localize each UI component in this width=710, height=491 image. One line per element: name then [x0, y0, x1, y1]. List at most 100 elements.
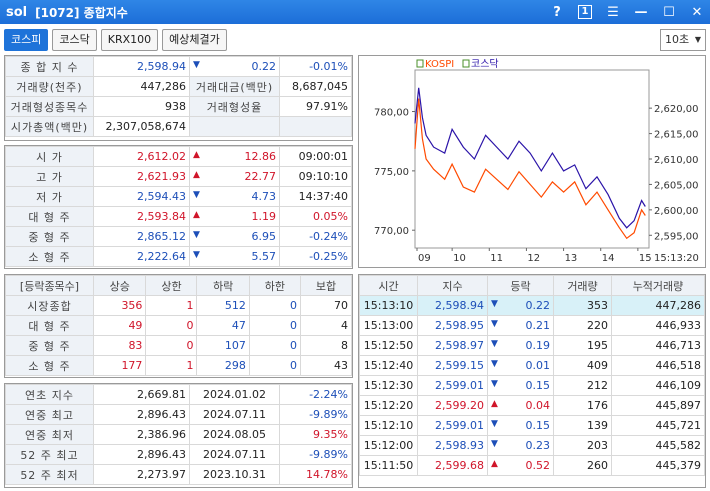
tick-row[interactable]: 15:12:40 2,599.15 ▼ 0.01 409 446,518	[359, 355, 705, 376]
maximize-button[interactable]: ☐	[662, 5, 676, 20]
tick-index: 2,599.01	[417, 375, 488, 396]
price-change: ▲ 22.77	[189, 166, 280, 187]
down-arrow-icon: ▼	[491, 319, 498, 329]
breadth-label: 소 형 주	[5, 355, 94, 376]
fall-count: 512	[196, 295, 250, 316]
change-value: 0.21	[525, 319, 551, 332]
x-axis-label: 09	[418, 253, 431, 264]
price-label: 중 형 주	[5, 226, 94, 247]
tick-time: 15:12:00	[359, 435, 418, 456]
yearly-date: 2024.07.11	[189, 444, 280, 465]
yearly-row: 52 주 최저 2,273.97 2023.10.31 14.78%	[5, 464, 352, 485]
upper-count: 0	[145, 335, 198, 356]
breadth-panel: [등락종목수] 상승 상한 하락 하한 보합 시장종합 356 1 512 0 70 대 형 주 49 0 4…	[4, 274, 353, 378]
minimize-button[interactable]: —	[634, 5, 648, 20]
price-panel: 시 가 2,612.02 ▲ 12.86 09:00:01 고 가 2,621.93 ▲ 22.…	[4, 145, 353, 269]
change-value: 0.15	[525, 419, 551, 432]
tick-row[interactable]: 15:11:50 2,599.68 ▲ 0.52 260 445,379	[359, 455, 705, 476]
tab-kospi[interactable]: 코스피	[4, 29, 49, 51]
price-row: 중 형 주 2,865.12 ▼ 6.95 -0.24%	[5, 226, 352, 247]
yearly-date: 2024.08.05	[189, 424, 280, 445]
breadth-header-cell: 보합	[299, 275, 353, 296]
tick-time: 15:13:00	[359, 315, 418, 336]
rise-count: 177	[92, 355, 147, 376]
tick-time: 15:13:10	[359, 295, 418, 316]
title-bar: sol [1072] 종합지수 ? 1 ☰ — ☐ ✕	[0, 0, 710, 24]
tick-volume: 353	[553, 295, 612, 316]
fall-count: 107	[196, 335, 250, 356]
right-axis-label: 2,610,00	[654, 155, 699, 166]
tick-header-cell: 누적거래량	[611, 275, 705, 296]
change-value: 6.95	[251, 230, 277, 243]
down-arrow-icon: ▼	[491, 439, 498, 449]
tick-index: 2,598.97	[417, 335, 488, 356]
help-button[interactable]: ?	[550, 5, 564, 20]
left-axis-label: 770,00	[374, 226, 409, 237]
interval-select[interactable]: 10초 ▼	[660, 29, 706, 51]
right-axis-label: 2,595,00	[654, 231, 699, 242]
price-extra: 0.05%	[279, 206, 352, 227]
tick-change: ▼ 0.15	[487, 375, 554, 396]
tick-index: 2,599.20	[417, 395, 488, 416]
down-arrow-icon: ▼	[193, 60, 200, 70]
breadth-label: 시장종합	[5, 295, 94, 316]
legend-kosdaq: 코스닥	[471, 58, 499, 70]
tick-cum-volume: 446,933	[611, 315, 705, 336]
tick-header: 시간 지수 등락 거래량 누적거래량	[359, 275, 705, 296]
tick-row[interactable]: 15:12:50 2,598.97 ▼ 0.19 195 446,713	[359, 335, 705, 356]
down-arrow-icon: ▼	[491, 299, 498, 309]
up-arrow-icon: ▲	[491, 399, 498, 409]
tick-cum-volume: 445,379	[611, 455, 705, 476]
x-axis-label: 12	[527, 253, 540, 264]
price-change: ▼ 5.57	[189, 246, 280, 267]
yearly-row: 연중 최고 2,896.43 2024.07.11 -9.89%	[5, 404, 352, 425]
amount-label: 거래대금(백만)	[189, 76, 280, 97]
yearly-pct: -9.89%	[279, 404, 352, 425]
tick-row[interactable]: 15:12:10 2,599.01 ▼ 0.15 139 445,721	[359, 415, 705, 436]
tick-change: ▼ 0.19	[487, 335, 554, 356]
tick-row[interactable]: 15:12:30 2,599.01 ▼ 0.15 212 446,109	[359, 375, 705, 396]
tick-volume: 176	[553, 395, 612, 416]
tick-row[interactable]: 15:12:00 2,598.93 ▼ 0.23 203 445,582	[359, 435, 705, 456]
breadth-header-cell: 상승	[92, 275, 147, 296]
price-row: 소 형 주 2,222.64 ▼ 5.57 -0.25%	[5, 246, 352, 267]
breadth-row: 시장종합 356 1 512 0 70	[5, 295, 353, 316]
tick-header-cell: 시간	[359, 275, 418, 296]
screen-count-button[interactable]: 1	[578, 5, 592, 19]
tick-row[interactable]: 15:13:10 2,598.94 ▼ 0.22 353 447,286	[359, 295, 705, 316]
tick-change: ▼ 0.22	[487, 295, 554, 316]
breadth-header-cell: 하락	[196, 275, 250, 296]
index-label: 종 합 지 수	[5, 56, 94, 77]
tab-krx100[interactable]: KRX100	[100, 29, 159, 51]
tick-time: 15:12:30	[359, 375, 418, 396]
x-axis-label: 10	[453, 253, 466, 264]
fall-count: 47	[196, 315, 250, 336]
tick-header-cell: 지수	[417, 275, 488, 296]
tick-row[interactable]: 15:13:00 2,598.95 ▼ 0.21 220 446,933	[359, 315, 705, 336]
intraday-chart: 780,00 775,00 770,00 2,620,00 2,615,00 2,610,…	[374, 58, 699, 264]
price-extra: 09:00:01	[279, 146, 352, 167]
tick-row[interactable]: 15:12:20 2,599.20 ▲ 0.04 176 445,897	[359, 395, 705, 416]
tab-kosdaq[interactable]: 코스닥	[52, 29, 97, 51]
down-arrow-icon: ▼	[491, 419, 498, 429]
tick-volume: 203	[553, 435, 612, 456]
right-axis-label: 2,600,00	[654, 206, 699, 217]
close-button[interactable]: ✕	[690, 5, 704, 20]
lower-count: 0	[248, 295, 301, 316]
legend-kospi: KOSPI	[425, 59, 454, 70]
price-label: 저 가	[5, 186, 94, 207]
left-axis-label: 780,00	[374, 108, 409, 119]
flat-count: 43	[299, 355, 353, 376]
tab-expected-price[interactable]: 예상체결가	[162, 29, 227, 51]
yearly-label: 연중 최고	[5, 404, 94, 425]
down-arrow-icon: ▼	[193, 190, 200, 200]
interval-value: 10초	[665, 33, 690, 46]
yearly-date: 2024.07.11	[189, 404, 280, 425]
menu-icon[interactable]: ☰	[606, 5, 620, 20]
tick-header-cell: 거래량	[553, 275, 612, 296]
down-arrow-icon: ▼	[491, 359, 498, 369]
tick-cum-volume: 445,897	[611, 395, 705, 416]
price-value: 2,222.64	[93, 246, 190, 267]
breadth-header-cell: 하한	[248, 275, 301, 296]
yearly-row: 연초 지수 2,669.81 2024.01.02 -2.24%	[5, 384, 352, 405]
